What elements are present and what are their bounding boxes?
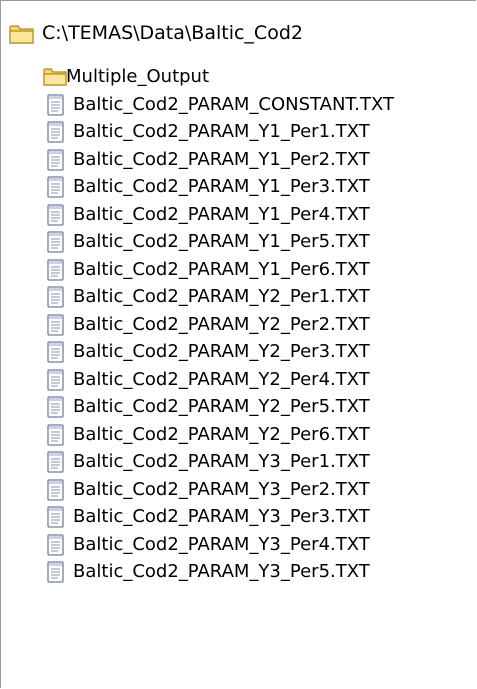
tree-item-label: Baltic_Cod2_PARAM_Y1_Per1.TXT — [73, 121, 370, 142]
root-path-label: C:\TEMAS\Data\Baltic_Cod2 — [42, 22, 303, 44]
tree-item-folder[interactable]: Multiple_Output — [1, 63, 476, 91]
tree-items-list: Multiple_Output Baltic_Cod2_PARAM_CONSTAN… — [1, 63, 476, 586]
tree-item-label: Baltic_Cod2_PARAM_Y1_Per5.TXT — [73, 231, 370, 252]
tree-item-label: Baltic_Cod2_PARAM_Y1_Per3.TXT — [73, 176, 370, 197]
tree-item-label: Multiple_Output — [66, 66, 210, 87]
text-file-icon — [42, 396, 70, 418]
tree-item-file[interactable]: Baltic_Cod2_PARAM_Y3_Per1.TXT — [1, 448, 476, 476]
tree-item-label: Baltic_Cod2_PARAM_Y3_Per3.TXT — [73, 506, 370, 527]
tree-item-file[interactable]: Baltic_Cod2_PARAM_Y2_Per3.TXT — [1, 338, 476, 366]
tree-item-label: Baltic_Cod2_PARAM_Y1_Per2.TXT — [73, 148, 370, 170]
tree-item-label: Baltic_Cod2_PARAM_Y2_Per6.TXT — [73, 423, 370, 445]
tree-item-label: Baltic_Cod2_PARAM_Y3_Per4.TXT — [73, 533, 370, 555]
tree-item-file[interactable]: Baltic_Cod2_PARAM_Y1_Per4.TXT — [1, 201, 476, 229]
text-file-icon — [42, 203, 70, 226]
text-file-icon — [42, 121, 70, 143]
tree-item-file[interactable]: Baltic_Cod2_PARAM_CONSTANT.TXT — [1, 91, 476, 119]
tree-item-file[interactable]: Baltic_Cod2_PARAM_Y3_Per2.TXT — [1, 476, 476, 504]
tree-item-file[interactable]: Baltic_Cod2_PARAM_Y2_Per1.TXT — [1, 283, 476, 311]
text-file-icon — [42, 451, 70, 473]
folder-icon — [8, 22, 36, 46]
text-file-icon — [42, 176, 70, 198]
tree-item-file[interactable]: Baltic_Cod2_PARAM_Y3_Per5.TXT — [1, 558, 476, 586]
tree-item-label: Baltic_Cod2_PARAM_Y2_Per5.TXT — [73, 396, 370, 417]
tree-item-file[interactable]: Baltic_Cod2_PARAM_Y1_Per1.TXT — [1, 118, 476, 146]
tree-item-file[interactable]: Baltic_Cod2_PARAM_Y2_Per6.TXT — [1, 421, 476, 449]
tree-item-label: Baltic_Cod2_PARAM_Y2_Per1.TXT — [73, 286, 370, 307]
file-tree-panel: C:\TEMAS\Data\Baltic_Cod2 Multiple_Outpu… — [0, 0, 476, 688]
tree-item-label: Baltic_Cod2_PARAM_Y1_Per4.TXT — [73, 203, 370, 225]
tree-item-file[interactable]: Baltic_Cod2_PARAM_Y2_Per2.TXT — [1, 311, 476, 339]
text-file-icon — [42, 506, 70, 528]
text-file-icon — [42, 148, 70, 171]
tree-item-file[interactable]: Baltic_Cod2_PARAM_Y3_Per3.TXT — [1, 503, 476, 531]
tree-item-file[interactable]: Baltic_Cod2_PARAM_Y1_Per6.TXT — [1, 256, 476, 284]
tree-item-file[interactable]: Baltic_Cod2_PARAM_Y2_Per5.TXT — [1, 393, 476, 421]
tree-item-label: Baltic_Cod2_PARAM_Y3_Per2.TXT — [73, 478, 370, 500]
text-file-icon — [42, 341, 70, 363]
text-file-icon — [42, 561, 70, 583]
tree-item-label: Baltic_Cod2_PARAM_Y2_Per3.TXT — [73, 341, 370, 362]
text-file-icon — [42, 93, 70, 116]
text-file-icon — [42, 533, 70, 556]
text-file-icon — [42, 423, 70, 446]
tree-item-label: Baltic_Cod2_PARAM_CONSTANT.TXT — [73, 93, 395, 115]
text-file-icon — [42, 368, 70, 391]
tree-item-label: Baltic_Cod2_PARAM_Y3_Per5.TXT — [73, 561, 370, 582]
tree-item-file[interactable]: Baltic_Cod2_PARAM_Y1_Per5.TXT — [1, 228, 476, 256]
tree-item-label: Baltic_Cod2_PARAM_Y2_Per2.TXT — [73, 313, 370, 335]
tree-item-file[interactable]: Baltic_Cod2_PARAM_Y1_Per3.TXT — [1, 173, 476, 201]
tree-root-folder[interactable]: C:\TEMAS\Data\Baltic_Cod2 — [1, 1, 476, 63]
text-file-icon — [42, 286, 70, 308]
text-file-icon — [42, 313, 70, 336]
tree-item-label: Baltic_Cod2_PARAM_Y2_Per4.TXT — [73, 368, 370, 390]
tree-item-label: Baltic_Cod2_PARAM_Y1_Per6.TXT — [73, 258, 370, 280]
text-file-icon — [42, 231, 70, 253]
tree-item-file[interactable]: Baltic_Cod2_PARAM_Y2_Per4.TXT — [1, 366, 476, 394]
tree-item-file[interactable]: Baltic_Cod2_PARAM_Y3_Per4.TXT — [1, 531, 476, 559]
text-file-icon — [42, 258, 70, 281]
tree-item-file[interactable]: Baltic_Cod2_PARAM_Y1_Per2.TXT — [1, 146, 476, 174]
tree-item-label: Baltic_Cod2_PARAM_Y3_Per1.TXT — [73, 451, 370, 472]
text-file-icon — [42, 478, 70, 501]
